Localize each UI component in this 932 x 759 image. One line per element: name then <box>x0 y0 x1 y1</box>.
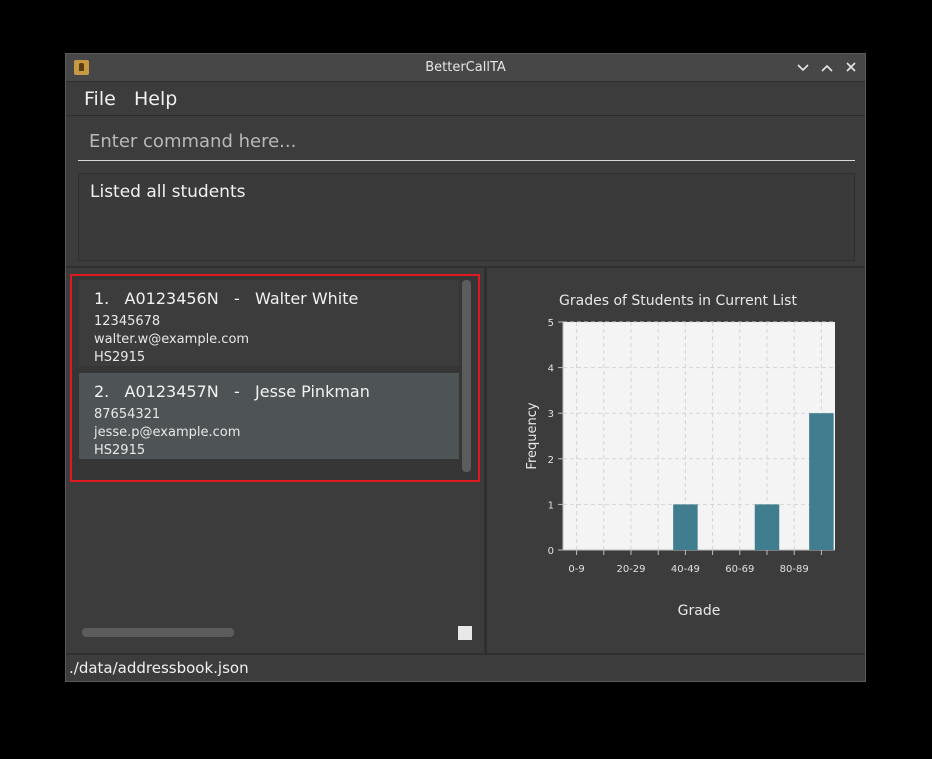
result-display: Listed all students <box>78 173 855 261</box>
student-email: walter.w@example.com <box>94 332 250 347</box>
chevron-down-icon <box>797 64 809 72</box>
y-tick-label: 3 <box>548 409 554 420</box>
app-window: BetterCallTA File Help Listed all studen… <box>65 53 866 682</box>
student-name: Walter White <box>255 289 359 308</box>
vertical-scrollbar[interactable] <box>462 280 471 472</box>
y-tick-label: 4 <box>548 364 554 375</box>
student-id: A0123457N <box>124 382 219 401</box>
student-list: 1. A0123456N - Walter White 12345678 wal… <box>70 274 480 482</box>
grade-chart-panel: Grades of Students in Current List Frequ… <box>487 268 865 653</box>
x-tick-label: 60-69 <box>725 564 754 575</box>
scroll-corner <box>458 626 472 640</box>
close-icon <box>846 62 856 72</box>
student-group: HS2915 <box>94 350 146 365</box>
student-name: Jesse Pinkman <box>255 382 370 401</box>
title-bar[interactable]: BetterCallTA <box>66 54 865 82</box>
student-email: jesse.p@example.com <box>94 425 241 440</box>
bar <box>754 504 780 550</box>
menu-bar: File Help <box>66 82 865 116</box>
student-card[interactable]: 2. A0123457N - Jesse Pinkman 87654321 je… <box>79 373 459 459</box>
student-phone: 12345678 <box>94 314 161 329</box>
minimize-button[interactable] <box>793 58 813 78</box>
x-tick-label: 40-49 <box>671 564 700 575</box>
y-tick-label: 1 <box>548 500 554 511</box>
bar <box>673 504 698 550</box>
separator: - <box>233 382 240 401</box>
x-tick-label: 0-9 <box>568 564 584 575</box>
student-card[interactable]: 1. A0123456N - Walter White 12345678 wal… <box>79 280 459 366</box>
chevron-up-icon <box>821 64 833 72</box>
student-card-header: 1. A0123456N - Walter White <box>94 289 358 308</box>
close-button[interactable] <box>841 58 861 78</box>
x-tick-label: 20-29 <box>616 564 645 575</box>
student-index: 1. <box>94 289 110 308</box>
student-index: 2. <box>94 382 110 401</box>
menu-help[interactable]: Help <box>134 88 177 110</box>
status-bar: ./data/addressbook.json <box>66 653 865 681</box>
student-id: A0123456N <box>124 289 219 308</box>
student-phone: 87654321 <box>94 407 161 422</box>
student-group: HS2915 <box>94 443 146 458</box>
student-card-header: 2. A0123457N - Jesse Pinkman <box>94 382 370 401</box>
menu-file[interactable]: File <box>84 88 116 110</box>
y-tick-label: 5 <box>548 318 554 329</box>
maximize-button[interactable] <box>817 58 837 78</box>
grade-chart: Grades of Students in Current List Frequ… <box>525 293 835 619</box>
result-message: Listed all students <box>90 182 246 202</box>
horizontal-scrollbar[interactable] <box>82 628 234 637</box>
student-list-panel: 1. A0123456N - Walter White 12345678 wal… <box>66 268 484 653</box>
chart-ylabel: Frequency <box>525 402 540 469</box>
command-box <box>78 123 855 161</box>
chart-title: Grades of Students in Current List <box>559 293 797 309</box>
bar <box>809 413 834 550</box>
y-tick-label: 0 <box>548 546 554 557</box>
x-tick-label: 80-89 <box>780 564 809 575</box>
command-input[interactable] <box>78 123 855 160</box>
file-path: ./data/addressbook.json <box>69 659 249 677</box>
y-tick-label: 2 <box>548 455 554 466</box>
chart-xlabel: Grade <box>678 603 721 619</box>
separator: - <box>233 289 240 308</box>
window-title: BetterCallTA <box>425 60 506 75</box>
